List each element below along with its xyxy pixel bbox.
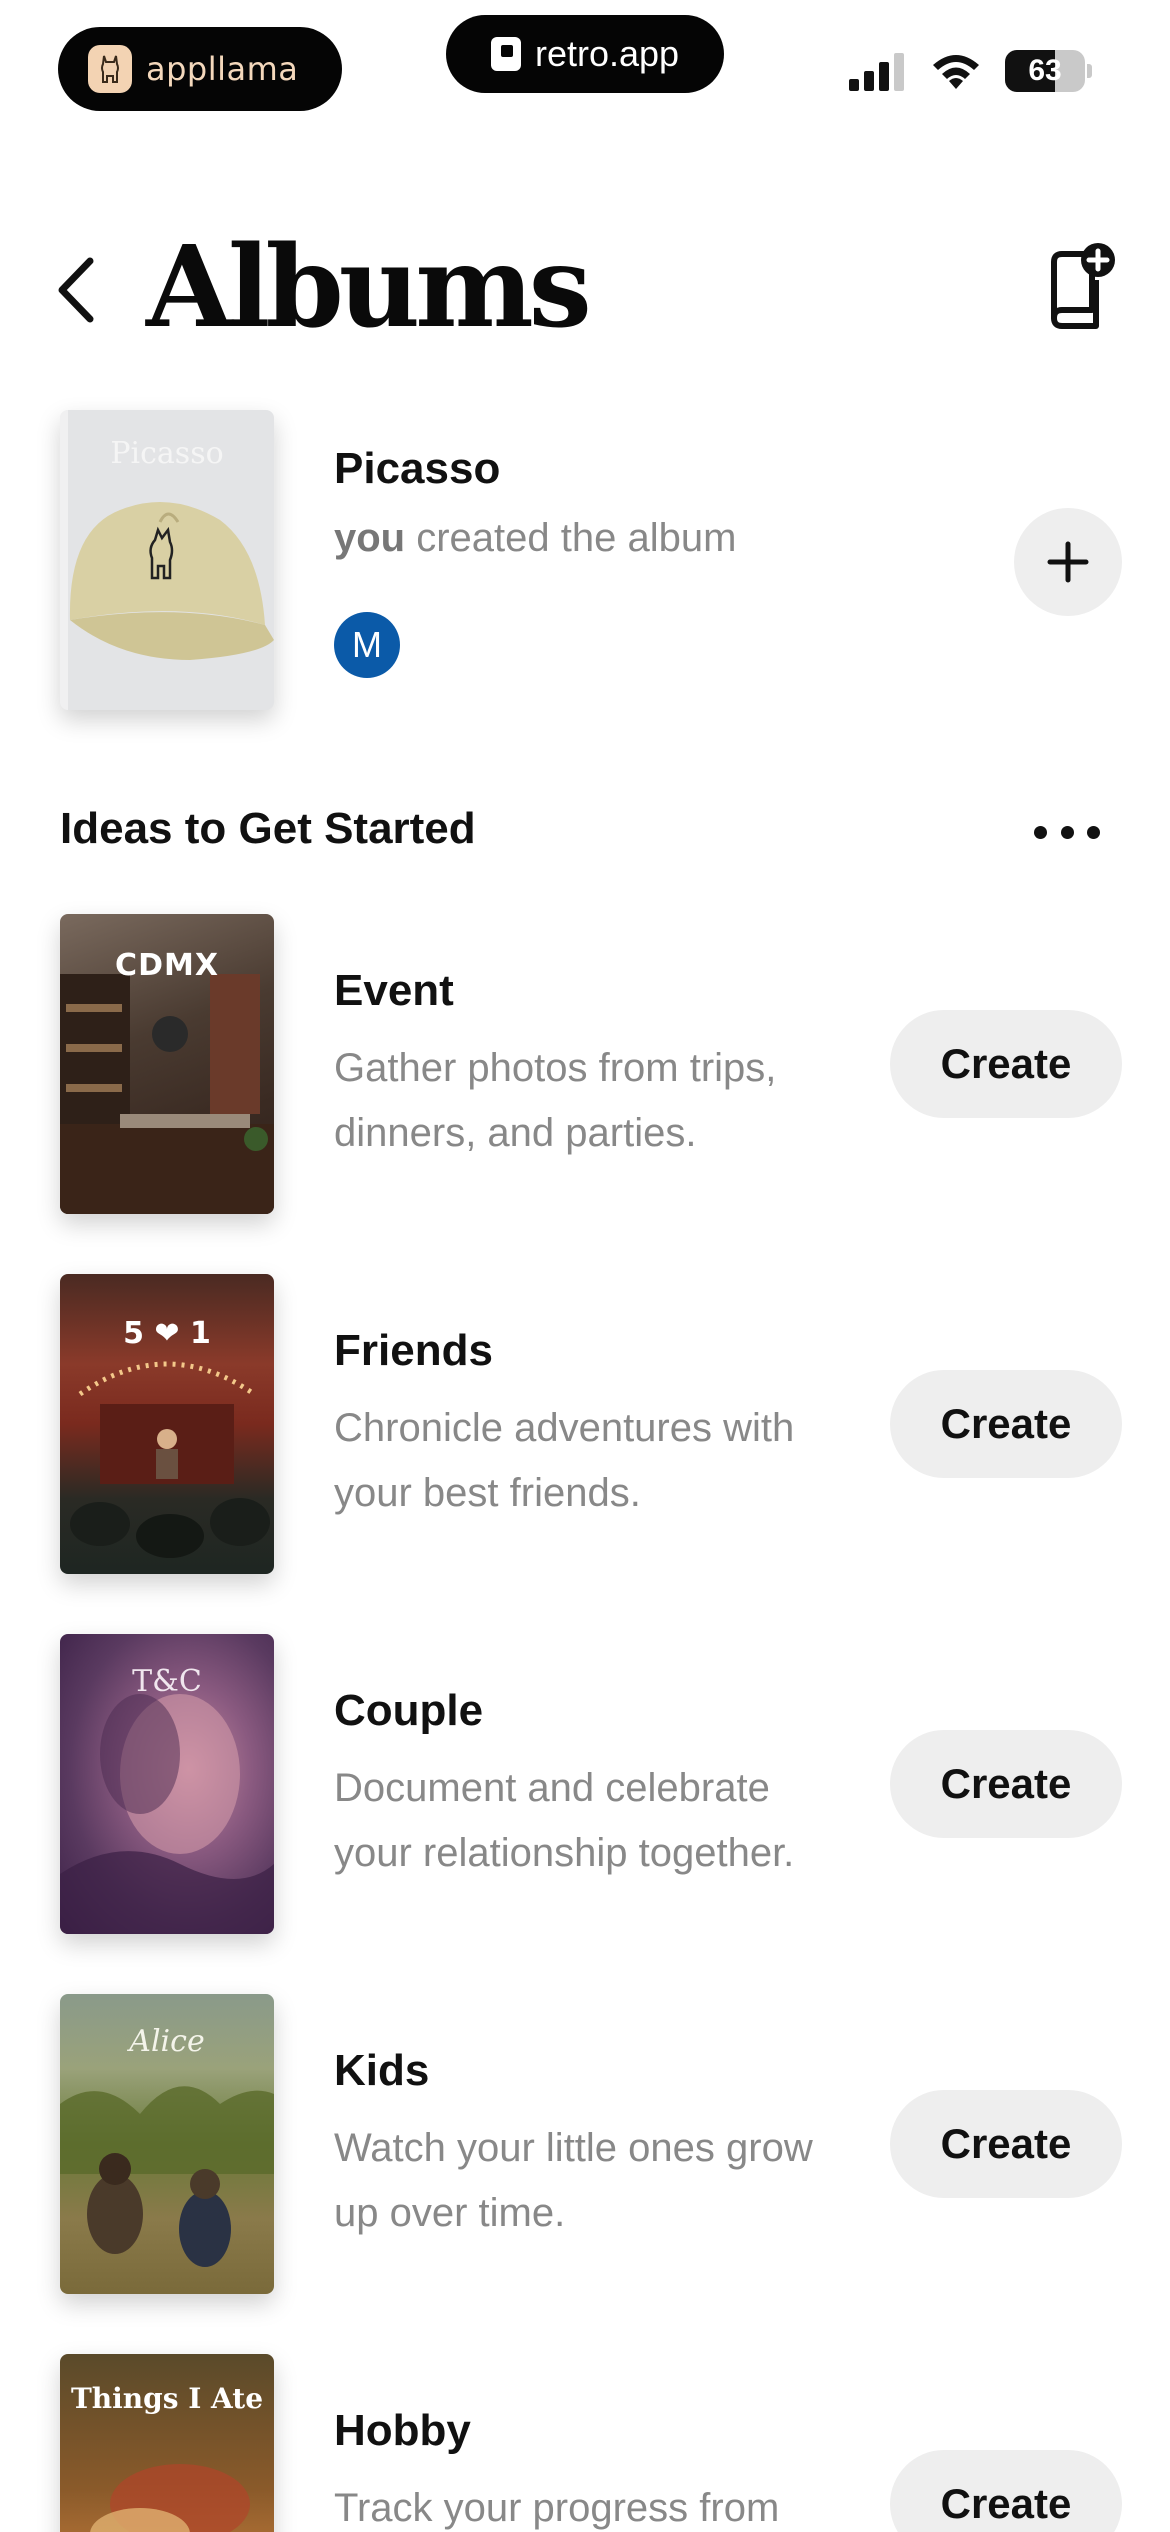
cover-title: Alice <box>129 2024 205 2059</box>
battery-tip <box>1087 64 1092 78</box>
friends-cover[interactable]: 5 ❤ 1 <box>60 1274 274 1574</box>
idea-hobby: Things I Ate Hobby Track your progress f… <box>0 2354 1170 2532</box>
idea-description: Gather photos from trips, dinners, and p… <box>334 1046 777 1155</box>
llama-logo-icon <box>88 45 132 93</box>
album-subtitle-text: created the album <box>405 516 737 560</box>
cover-title: 5 ❤ 1 <box>123 1316 211 1351</box>
create-kids-button[interactable]: Create <box>890 2090 1122 2198</box>
food-illustration <box>90 2464 250 2532</box>
battery-percent: 63 <box>1028 54 1062 87</box>
add-to-album-button[interactable] <box>1014 508 1122 616</box>
idea-friends: 5 ❤ 1 Friends Chronicle adventures with … <box>0 1274 1170 1574</box>
cover-title: Picasso <box>110 436 224 471</box>
idea-name: Kids <box>334 2046 430 2095</box>
chevron-left-icon <box>58 257 94 323</box>
album-name[interactable]: Picasso <box>334 444 500 494</box>
idea-kids: Alice Kids Watch your little ones grow u… <box>0 1994 1170 2294</box>
back-button[interactable] <box>54 250 114 330</box>
wifi-icon <box>933 55 979 89</box>
hobby-cover[interactable]: Things I Ate <box>60 2354 274 2532</box>
ellipsis-icon <box>1034 825 1047 839</box>
create-couple-button[interactable]: Create <box>890 1730 1122 1838</box>
retro-app-badge: retro.app <box>446 15 724 93</box>
kids-cover[interactable]: Alice <box>60 1994 274 2294</box>
idea-description: Watch your little ones grow up over time… <box>334 2126 813 2235</box>
section-title: Ideas to Get Started <box>60 804 476 853</box>
cover-title: Things I Ate <box>70 2382 264 2415</box>
idea-event: CDMX Event Gather photos from trips, din… <box>0 914 1170 1214</box>
more-options-button[interactable] <box>1034 812 1100 852</box>
retro-logo-icon <box>490 37 521 71</box>
couple-cover[interactable]: T&C <box>60 1634 274 1934</box>
avatar[interactable]: M <box>334 612 400 678</box>
cover-title: CDMX <box>115 948 219 983</box>
picasso-album-cover[interactable]: Picasso <box>60 410 274 710</box>
idea-description: Chronicle adventures with your best frie… <box>334 1406 795 1515</box>
idea-name: Hobby <box>334 2406 471 2455</box>
idea-name: Couple <box>334 1686 484 1735</box>
status-icons: 63 <box>847 50 1092 92</box>
idea-description: Track your progress from <box>334 2486 780 2530</box>
plus-icon <box>1047 541 1089 583</box>
new-album-button[interactable] <box>1040 240 1120 330</box>
album-subtitle: you created the album <box>334 516 736 561</box>
event-cover[interactable]: CDMX <box>60 914 274 1214</box>
albums-screen: appllama retro.app 63 Albums Picasso Pic… <box>0 0 1170 2532</box>
retro-app-label: retro.app <box>534 33 680 74</box>
idea-couple: T&C Couple Document and celebrate your r… <box>0 1634 1170 1934</box>
cover-title: T&C <box>132 1664 202 1699</box>
cellular-signal-icon <box>849 53 904 91</box>
appllama-label: appllama <box>146 50 299 88</box>
create-hobby-button[interactable]: Create <box>890 2450 1122 2532</box>
battery-icon: 63 <box>1005 50 1085 92</box>
album-subtitle-actor: you <box>334 516 406 560</box>
appllama-badge: appllama <box>58 27 342 111</box>
page-title: Albums <box>146 222 592 353</box>
idea-name: Event <box>334 966 454 1015</box>
book-plus-icon <box>1051 243 1115 329</box>
idea-name: Friends <box>334 1326 493 1375</box>
create-event-button[interactable]: Create <box>890 1010 1122 1118</box>
create-friends-button[interactable]: Create <box>890 1370 1122 1478</box>
idea-description: Document and celebrate your relationship… <box>334 1766 795 1875</box>
